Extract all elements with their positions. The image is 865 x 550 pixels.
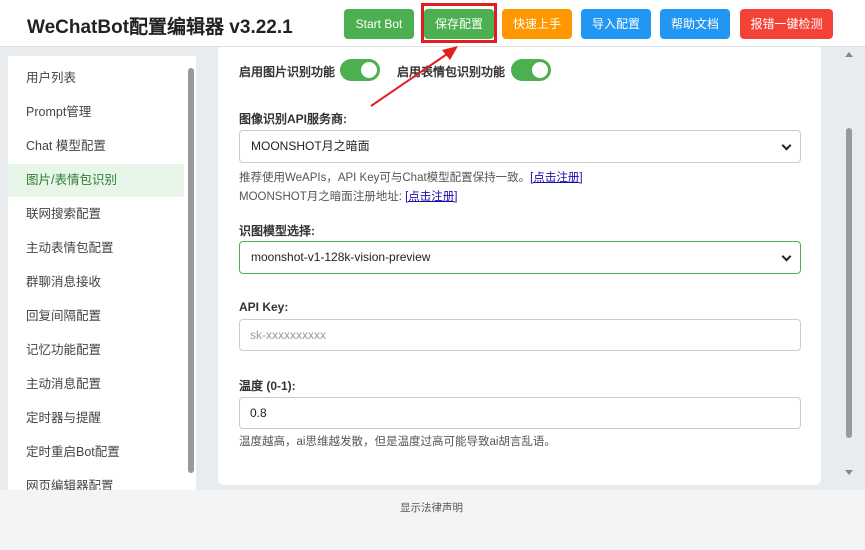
sidebar-item-timer[interactable]: 定时器与提醒 [8,402,184,435]
main-scrollbar[interactable] [846,128,852,438]
quick-start-button[interactable]: 快速上手 [502,9,572,39]
sidebar-item-chat-model[interactable]: Chat 模型配置 [8,130,184,163]
sidebar-item-user-list[interactable]: 用户列表 [8,62,184,95]
toggle-knob [532,62,548,78]
scroll-up-icon[interactable] [845,52,853,57]
sidebar-item-web-editor[interactable]: 网页编辑器配置 [8,470,184,490]
api-provider-value: MOONSHOT月之暗面 [251,139,370,153]
image-recognition-toggle-label: 启用图片识别功能 [239,65,336,79]
chevron-down-icon [781,251,792,262]
toggle-knob [361,62,377,78]
temperature-label: 温度 (0-1): [239,379,296,393]
start-bot-button[interactable]: Start Bot [344,9,414,39]
api-provider-select[interactable]: MOONSHOT月之暗面 [239,130,801,163]
help-docs-button[interactable]: 帮助文档 [660,9,730,39]
temperature-help: 温度越高，ai思维越发散，但是温度过高可能导致ai胡言乱语。 [239,436,556,448]
image-recognition-toggle[interactable] [340,59,380,81]
sidebar-item-image-recognition[interactable]: 图片/表情包识别 [8,164,184,197]
sidebar-item-web-search[interactable]: 联网搜索配置 [8,198,184,231]
sticker-recognition-toggle[interactable] [511,59,551,81]
temperature-input[interactable] [239,397,801,429]
error-check-button[interactable]: 报错一键检测 [740,9,833,39]
vision-model-select[interactable]: moonshot-v1-128k-vision-preview [239,241,801,274]
sticker-recognition-toggle-label: 启用表情包识别功能 [397,65,506,79]
api-key-input[interactable] [239,319,801,351]
sidebar-item-prompt[interactable]: Prompt管理 [8,96,184,129]
app-title: WeChatBot配置编辑器 v3.22.1 [27,17,293,38]
moonshot-register-help: MOONSHOT月之暗面注册地址: [点击注册] [239,188,458,204]
weapis-register-link[interactable]: [点击注册] [530,172,582,184]
moonshot-register-text: MOONSHOT月之暗面注册地址: [239,191,406,203]
import-config-button[interactable]: 导入配置 [581,9,651,39]
api-provider-help: 推荐使用WeAPIs，API Key可与Chat模型配置保持一致。[点击注册] [239,169,583,185]
moonshot-register-link[interactable]: [点击注册] [405,191,457,203]
save-config-button[interactable]: 保存配置 [424,9,494,39]
sidebar-item-active-message[interactable]: 主动消息配置 [8,368,184,401]
api-key-label: API Key: [239,300,289,314]
sidebar-item-reply-interval[interactable]: 回复间隔配置 [8,300,184,333]
api-provider-label: 图像识别API服务商: [239,112,348,126]
sidebar: 用户列表 Prompt管理 Chat 模型配置 图片/表情包识别 联网搜索配置 … [8,56,196,490]
app-header: WeChatBot配置编辑器 v3.22.1 Start Bot 保存配置 快速… [0,0,865,47]
sidebar-item-memory[interactable]: 记忆功能配置 [8,334,184,367]
vision-model-value: moonshot-v1-128k-vision-preview [251,250,431,264]
sidebar-item-active-sticker[interactable]: 主动表情包配置 [8,232,184,265]
footer: 显示法律声明 [0,490,865,550]
chevron-down-icon [781,140,792,151]
scroll-down-icon[interactable] [845,470,853,475]
api-provider-help-text: 推荐使用WeAPIs，API Key可与Chat模型配置保持一致。 [239,172,531,184]
sidebar-item-scheduled-restart[interactable]: 定时重启Bot配置 [8,436,184,469]
sidebar-item-group-chat[interactable]: 群聊消息接收 [8,266,184,299]
legal-notice-link[interactable]: 显示法律声明 [400,500,463,515]
sidebar-scrollbar[interactable] [188,68,194,473]
model-select-label: 识图模型选择: [239,224,315,238]
